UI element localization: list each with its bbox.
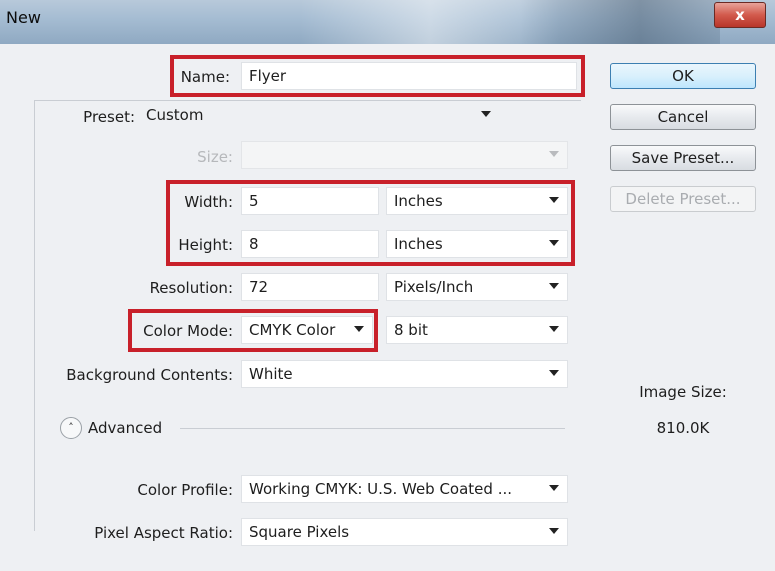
chevron-down-icon [549,326,559,332]
highlight-box-size [166,180,575,266]
chevron-down-icon [549,283,559,289]
preset-group-line [505,100,565,101]
resolution-unit-select[interactable]: Pixels/Inch [386,273,568,301]
preset-select[interactable]: Custom [139,102,501,130]
preset-value: Custom [146,106,204,124]
advanced-label[interactable]: Advanced [88,419,162,437]
background-contents-label: Background Contents: [66,366,233,384]
close-button[interactable]: x [714,2,766,28]
close-icon: x [735,6,745,24]
preset-label: Preset: [60,108,135,126]
pixel-aspect-ratio-select[interactable]: Square Pixels [241,518,568,546]
chevron-down-icon [481,111,491,117]
resolution-label: Resolution: [149,279,233,297]
highlight-box-color-mode [128,309,378,352]
window-title: New [6,8,41,27]
chevron-down-icon [549,370,559,376]
pixel-aspect-ratio-label: Pixel Aspect Ratio: [94,524,233,542]
cancel-button[interactable]: Cancel [610,104,756,130]
advanced-toggle-icon[interactable]: ˄ [60,417,82,439]
pixel-aspect-ratio-value: Square Pixels [249,523,350,541]
image-size-label: Image Size: [639,383,727,401]
color-profile-label: Color Profile: [137,481,233,499]
delete-preset-button: Delete Preset... [610,186,756,212]
save-preset-button[interactable]: Save Preset... [610,145,756,171]
title-bar-shade [520,0,720,44]
highlight-box-name [170,55,585,97]
chevron-down-icon [549,151,559,157]
chevron-down-icon [549,528,559,534]
image-size-value: 810.0K [656,419,710,437]
size-label: Size: [197,148,233,166]
background-contents-select[interactable]: White [241,360,568,388]
ok-button[interactable]: OK [610,63,756,89]
size-select [241,141,568,169]
color-profile-value: Working CMYK: U.S. Web Coated ... [249,480,513,498]
new-document-dialog: New x Name: Flyer Preset: Custom Size: W… [0,0,775,571]
title-bar[interactable]: New x [0,0,775,44]
bit-depth-select[interactable]: 8 bit [386,316,568,344]
background-contents-value: White [249,365,293,383]
advanced-divider [180,428,565,429]
color-profile-select[interactable]: Working CMYK: U.S. Web Coated ... [241,475,568,503]
resolution-input[interactable]: 72 [241,273,379,301]
resolution-unit-value: Pixels/Inch [394,278,474,296]
bit-depth-value: 8 bit [394,321,428,339]
chevron-down-icon [549,485,559,491]
